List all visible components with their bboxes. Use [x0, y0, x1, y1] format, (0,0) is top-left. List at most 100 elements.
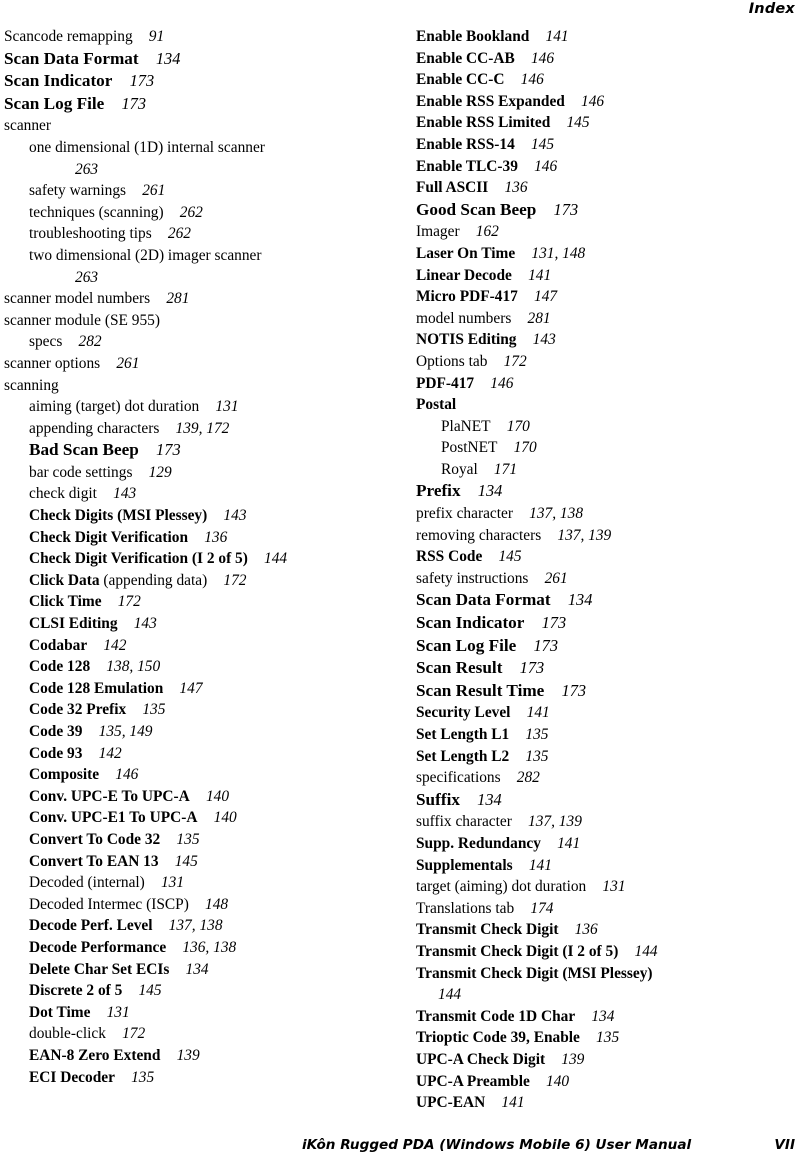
- index-entry: Linear Decode 141: [416, 265, 806, 287]
- index-entry-page-ref: 262: [160, 225, 191, 243]
- index-entry-page-ref: 145: [523, 135, 555, 153]
- index-entry: Scan Log File 173: [4, 93, 394, 116]
- index-entry-page-ref: 134: [583, 1007, 615, 1025]
- index-entry: Code 128 Emulation 147: [4, 678, 394, 700]
- index-entry-page-ref: 145: [130, 982, 162, 1000]
- index-entry: Scancode remapping 91: [4, 26, 394, 48]
- index-entry-page-ref: 146: [482, 374, 514, 392]
- index-entry-term: safety warnings: [29, 182, 127, 200]
- index-entry-term: troubleshooting tips: [29, 225, 152, 243]
- index-entry-term: Click Time: [29, 593, 102, 611]
- index-entry: check digit 143: [4, 483, 394, 505]
- index-entry: one dimensional (1D) internal scanner 263: [4, 137, 394, 180]
- index-entry: Transmit Code 1D Char 134: [416, 1006, 806, 1028]
- index-entry: Security Level 141: [416, 702, 806, 724]
- index-entry: Supplementals 141: [416, 855, 806, 877]
- index-entry-term: techniques (scanning): [29, 203, 164, 221]
- index-entry-term: Code 128: [29, 658, 91, 676]
- index-entry: Scan Result 173: [416, 657, 806, 680]
- index-entry-page-ref: 134: [468, 789, 502, 809]
- index-entry: NOTIS Editing 143: [416, 329, 806, 351]
- index-entry-page-ref: 135: [134, 701, 166, 719]
- index-entry: Discrete 2 of 5 145: [4, 980, 394, 1002]
- index-entry-page-ref: 173: [147, 440, 181, 460]
- index-entry: model numbers 281: [416, 308, 806, 330]
- index-entry-term: PostNET: [441, 439, 498, 457]
- index-entry-page-ref: 146: [523, 49, 555, 67]
- index-entry: Scan Log File 173: [416, 635, 806, 658]
- index-entry-page-ref: 135: [517, 747, 549, 765]
- index-entry-term: Codabar: [29, 636, 88, 654]
- index-entry: troubleshooting tips 262: [4, 223, 394, 245]
- index-entry: ECI Decoder 135: [4, 1067, 394, 1089]
- index-entry-term: PlaNET: [441, 417, 491, 435]
- index-entry-term: Scan Data Format: [416, 590, 551, 610]
- index-entry: scanner module (SE 955): [4, 310, 394, 332]
- index-entry: CLSI Editing 143: [4, 613, 394, 635]
- index-entry: Code 39 135, 149: [4, 721, 394, 743]
- index-entry-term: Check Digits (MSI Plessey): [29, 507, 208, 525]
- index-entry: Convert To Code 32 135: [4, 829, 394, 851]
- index-entry-term: Scan Indicator: [416, 613, 525, 633]
- index-entry-page-ref: 134: [559, 590, 593, 610]
- index-entry: Enable RSS Expanded 146: [416, 91, 806, 113]
- index-columns: Scancode remapping 91 Scan Data Format 13…: [0, 26, 809, 1121]
- index-entry-page-ref: 144: [626, 942, 658, 960]
- index-entry: Convert To EAN 13 145: [4, 851, 394, 873]
- index-entry-term: Scan Data Format: [4, 48, 139, 68]
- index-entry-term: Transmit Check Digit (MSI Plessey): [416, 964, 653, 982]
- index-entry: Decode Perf. Level 137, 138: [4, 915, 394, 937]
- index-entry-term: Scan Log File: [416, 635, 517, 655]
- index-entry-term: Translations tab: [416, 899, 515, 917]
- index-entry-term: Conv. UPC-E1 To UPC-A: [29, 809, 198, 827]
- index-entry-term: Supplementals: [416, 856, 513, 874]
- index-entry: Enable RSS-14 145: [416, 134, 806, 156]
- index-entry-term: Enable TLC-39: [416, 157, 518, 175]
- index-entry: Full ASCII 136: [416, 177, 806, 199]
- index-entry-term: Transmit Check Digit (I 2 of 5): [416, 942, 619, 960]
- index-entry-term: specifications: [416, 769, 501, 787]
- index-entry-page-ref: 135: [168, 830, 200, 848]
- index-entry-term: Good Scan Beep: [416, 199, 537, 219]
- index-entry-page-ref: 131: [98, 1003, 130, 1021]
- index-entry-term: scanner module (SE 955): [4, 311, 161, 329]
- index-entry-term: Click Data: [29, 571, 100, 589]
- index-entry: Translations tab 174: [416, 898, 806, 920]
- index-entry-page-ref: 171: [486, 460, 518, 478]
- index-entry: double-click 172: [4, 1023, 394, 1045]
- index-entry: UPC-A Check Digit 139: [416, 1049, 806, 1071]
- index-entry: Code 128 138, 150: [4, 656, 394, 678]
- index-entry: removing characters 137, 139: [416, 525, 806, 547]
- index-entry: scanning: [4, 375, 394, 397]
- index-entry-term: Trioptic Code 39, Enable: [416, 1029, 580, 1047]
- index-entry: Delete Char Set ECIs 134: [4, 959, 394, 981]
- index-entry-term: Delete Char Set ECIs: [29, 960, 170, 978]
- index-entry-page-ref: 263: [75, 160, 99, 178]
- index-entry-term: UPC-EAN: [416, 1094, 486, 1112]
- index-entry-term: suffix character: [416, 813, 512, 831]
- index-entry-term: EAN-8 Zero Extend: [29, 1046, 161, 1064]
- index-entry-page-ref: 131, 148: [523, 244, 586, 262]
- index-entry-term: Scan Result: [416, 658, 503, 678]
- index-entry-term: Postal: [416, 396, 457, 414]
- index-entry-page-ref: 143: [215, 507, 247, 525]
- index-entry-term: aiming (target) dot duration: [29, 398, 200, 416]
- index-entry-page-ref: 134: [469, 481, 503, 501]
- index-entry: Decode Performance 136, 138: [4, 937, 394, 959]
- index-entry-term: Options tab: [416, 352, 488, 370]
- index-entry: Decoded Intermec (ISCP) 148: [4, 894, 394, 916]
- index-entry-term: Micro PDF-417: [416, 288, 518, 306]
- index-entry-term: Check Digit Verification (I 2 of 5): [29, 550, 248, 568]
- index-entry: Good Scan Beep 173: [416, 199, 806, 222]
- index-entry-page-ref: 129: [140, 463, 172, 481]
- index-entry: Conv. UPC-E To UPC-A 140: [4, 786, 394, 808]
- index-entry-term: Security Level: [416, 704, 511, 722]
- index-entry: prefix character 137, 138: [416, 503, 806, 525]
- index-entry-term: Dot Time: [29, 1003, 91, 1021]
- index-entry: two dimensional (2D) imager scanner 263: [4, 245, 394, 288]
- index-entry-page-ref: 145: [490, 548, 522, 566]
- index-entry-term: safety instructions: [416, 569, 529, 587]
- index-entry: safety warnings 261: [4, 180, 394, 202]
- index-entry-page-ref: 145: [558, 114, 590, 132]
- index-entry-term: PDF-417: [416, 374, 475, 392]
